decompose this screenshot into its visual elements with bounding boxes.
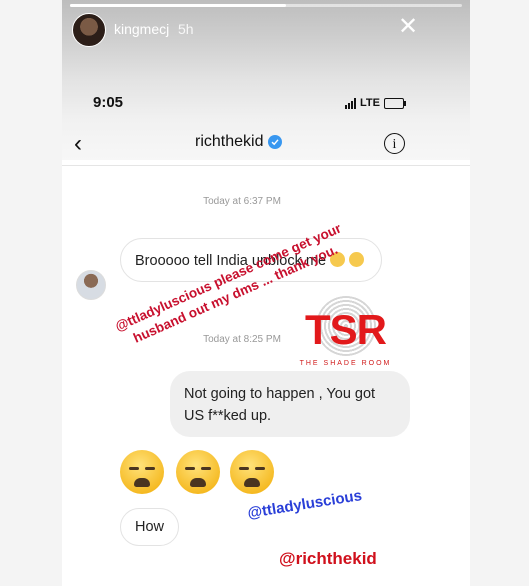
chat-username: richthekid xyxy=(195,133,264,150)
story-time-ago: 5h xyxy=(178,21,194,37)
header-divider xyxy=(62,165,470,166)
status-bar-time: 9:05 xyxy=(93,94,124,111)
story-progress-fill xyxy=(70,4,286,7)
verified-badge-icon xyxy=(268,135,283,149)
back-arrow-icon[interactable]: ‹ xyxy=(74,129,82,159)
mention-sticker[interactable]: @richthekid xyxy=(273,547,383,571)
incoming-message-text: How xyxy=(135,519,165,535)
chat-title[interactable]: richthekid xyxy=(195,133,283,151)
status-bar-indicators: LTE xyxy=(345,96,406,110)
sender-avatar[interactable] xyxy=(76,270,106,300)
signal-icon xyxy=(345,97,356,109)
sweat-emoji-icon xyxy=(349,252,365,267)
incoming-message-bubble[interactable]: How xyxy=(120,508,180,546)
left-margin xyxy=(0,0,62,586)
tsr-watermark-logo: TSR THE SHADE ROOM xyxy=(288,296,403,386)
tsr-logo-letters: TSR xyxy=(305,306,387,353)
story-user-avatar[interactable] xyxy=(72,13,106,47)
outgoing-message-text: Not going to happen , You got US f**ked … xyxy=(184,386,376,424)
close-icon[interactable]: ✕ xyxy=(395,14,421,40)
story-username[interactable]: kingmecj xyxy=(114,21,169,37)
tsr-logo-subtitle: THE SHADE ROOM xyxy=(299,360,392,367)
message-timestamp: Today at 6:37 PM xyxy=(203,196,281,207)
weary-emoji-icon xyxy=(230,450,274,494)
battery-icon xyxy=(383,97,406,109)
story-progress-bar xyxy=(70,4,462,7)
weary-emoji-icon xyxy=(176,450,220,494)
info-icon[interactable]: i xyxy=(384,133,405,154)
instagram-story: kingmecj 5h ✕ 9:05 LTE ‹ richthekid i To… xyxy=(62,0,470,586)
right-margin xyxy=(470,0,529,586)
weary-emoji-icon xyxy=(120,450,164,494)
network-label: LTE xyxy=(360,97,380,109)
